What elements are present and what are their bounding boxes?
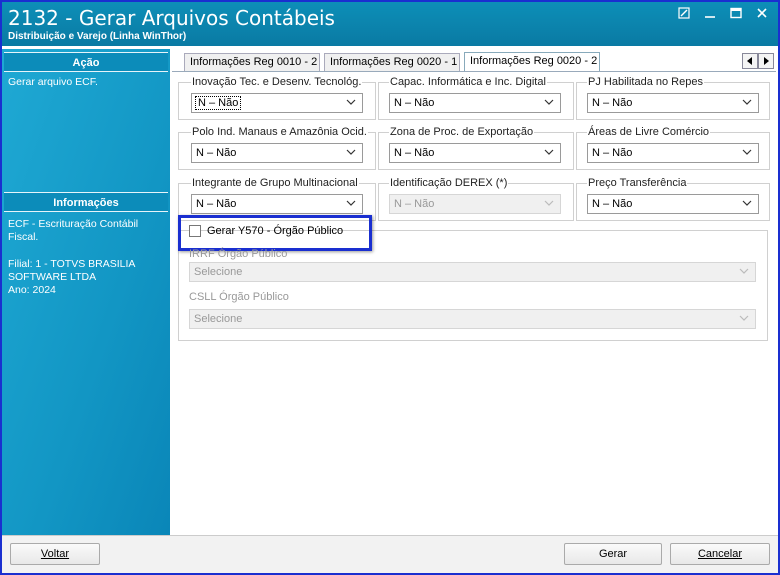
capac-value: N – Não (394, 97, 435, 109)
csll-label: CSLL Órgão Público (189, 291, 289, 303)
footer-bar: Voltar Gerar Cancelar (2, 535, 778, 573)
pj-repes-select[interactable]: N – Não (587, 93, 759, 113)
zona-label: Zona de Proc. de Exportação (389, 126, 535, 138)
pj-repes-label: PJ Habilitada no Repes (587, 76, 704, 88)
tab-reg-0020-2[interactable]: Informações Reg 0020 - 2 (464, 52, 600, 71)
derex-select: N – Não (389, 194, 561, 214)
voltar-button[interactable]: Voltar (10, 543, 100, 565)
derex-label: Identificação DEREX (*) (389, 177, 509, 189)
info-line-3: Filial: 1 - TOTVS BRASILIA (8, 258, 136, 270)
areas-value: N – Não (592, 147, 633, 159)
cancelar-button[interactable]: Cancelar (670, 543, 770, 565)
inovacao-label: Inovação Tec. e Desenv. Tecnológ. (191, 76, 363, 88)
zona-select[interactable]: N – Não (389, 143, 561, 163)
voltar-label: Voltar (40, 548, 70, 560)
gerar-label: Gerar (598, 548, 628, 560)
window-subtitle: Distribuição e Varejo (Linha WinThor) (8, 31, 187, 42)
sidebar: Ação Gerar arquivo ECF. Informações ECF … (2, 49, 170, 535)
pj-repes-value: N – Não (592, 97, 633, 109)
preco-label: Preço Transferência (587, 177, 688, 189)
irrf-value: Selecione (194, 266, 243, 278)
window-controls (676, 7, 770, 21)
chevron-down-icon (739, 310, 751, 328)
info-line-4: SOFTWARE LTDA (8, 271, 97, 283)
csll-value: Selecione (194, 313, 243, 325)
areas-label: Áreas de Livre Comércio (587, 126, 711, 138)
maximize-icon[interactable] (728, 7, 744, 21)
chevron-down-icon (742, 94, 754, 112)
info-header: Informações (4, 192, 168, 212)
tab-prev-icon[interactable] (742, 53, 758, 69)
chevron-down-icon (742, 195, 754, 213)
highlight-box (178, 215, 372, 251)
action-header: Ação (4, 52, 168, 72)
tab-reg-0010-2[interactable]: Informações Reg 0010 - 2 (184, 53, 320, 71)
app-window: 2132 - Gerar Arquivos Contábeis Distribu… (0, 0, 780, 575)
polo-select[interactable]: N – Não (191, 143, 363, 163)
chevron-down-icon (346, 195, 358, 213)
zona-value: N – Não (394, 147, 435, 159)
close-icon[interactable] (754, 7, 770, 21)
csll-select: Selecione (189, 309, 756, 329)
polo-label: Polo Ind. Manaus e Amazônia Ocid. (191, 126, 368, 138)
preco-select[interactable]: N – Não (587, 194, 759, 214)
window-title: 2132 - Gerar Arquivos Contábeis (8, 6, 335, 30)
irrf-select: Selecione (189, 262, 756, 282)
info-line-2: Fiscal. (8, 231, 39, 243)
info-line-1: ECF - Escrituração Contábil (8, 218, 139, 230)
polo-value: N – Não (196, 147, 237, 159)
tab-bar: Informações Reg 0010 - 2 Informações Reg… (172, 51, 776, 71)
tab-next-icon[interactable] (758, 53, 774, 69)
inovacao-value: N – Não (194, 96, 242, 110)
inovacao-select[interactable]: N – Não (191, 93, 363, 113)
chevron-down-icon (544, 94, 556, 112)
chevron-down-icon (346, 94, 358, 112)
chevron-down-icon (544, 144, 556, 162)
chevron-down-icon (739, 263, 751, 281)
integrante-value: N – Não (196, 198, 237, 210)
irrf-label: IRRF Órgão Público (189, 248, 288, 260)
integrante-label: Integrante de Grupo Multinacional (191, 177, 359, 189)
derex-value: N – Não (394, 198, 435, 210)
chevron-down-icon (544, 195, 556, 213)
action-item[interactable]: Gerar arquivo ECF. (8, 76, 164, 89)
preco-value: N – Não (592, 198, 633, 210)
info-line-5: Ano: 2024 (8, 284, 56, 296)
gerar-button[interactable]: Gerar (564, 543, 662, 565)
chevron-down-icon (346, 144, 358, 162)
minimize-icon[interactable] (702, 7, 718, 21)
restore-icon[interactable] (676, 7, 692, 21)
chevron-down-icon (742, 144, 754, 162)
integrante-select[interactable]: N – Não (191, 194, 363, 214)
title-bar: 2132 - Gerar Arquivos Contábeis Distribu… (2, 2, 778, 46)
cancelar-label: Cancelar (697, 548, 743, 560)
tab-reg-0020-1[interactable]: Informações Reg 0020 - 1 (324, 53, 460, 71)
areas-select[interactable]: N – Não (587, 143, 759, 163)
capac-label: Capac. Informática e Inc. Digital (389, 76, 547, 88)
capac-select[interactable]: N – Não (389, 93, 561, 113)
